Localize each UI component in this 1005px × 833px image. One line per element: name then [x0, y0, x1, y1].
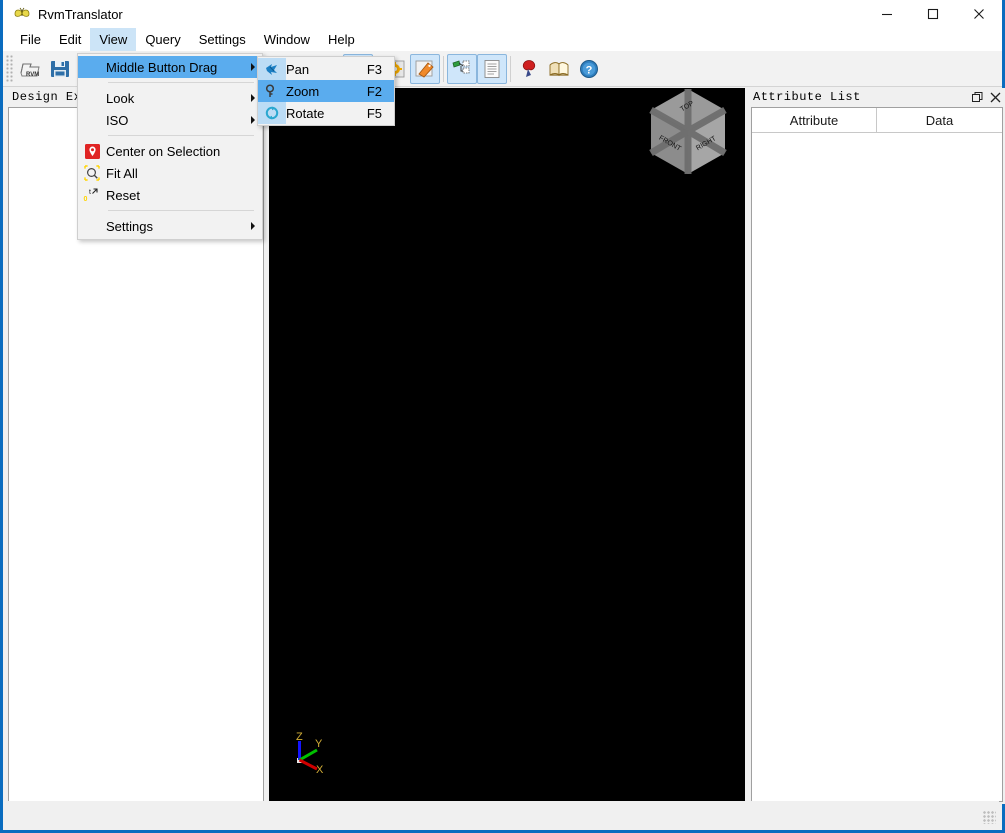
map-pin-icon — [78, 140, 106, 162]
menu-item-reset[interactable]: 0 t Reset — [78, 184, 262, 206]
menu-item-icon-placeholder — [78, 109, 106, 131]
menu-item-label: Fit All — [106, 165, 138, 181]
attribute-list-panel: Attribute List Attribute Data — [749, 88, 1005, 804]
menu-separator — [108, 135, 254, 136]
list-panel-icon — [481, 58, 503, 80]
view-dropdown-menu: Middle Button Drag Look ISO Center on Se… — [77, 53, 263, 240]
submenu-item-label: Zoom — [286, 83, 320, 99]
toolbar-separator — [510, 55, 511, 82]
svg-text:?: ? — [586, 64, 593, 76]
maximize-button[interactable] — [910, 0, 956, 28]
tree-explorer-icon — [451, 58, 473, 80]
orange-tag-icon — [414, 58, 436, 80]
column-header-attribute[interactable]: Attribute — [752, 108, 877, 132]
attribute-list-body[interactable]: Attribute Data — [751, 107, 1003, 802]
menu-settings[interactable]: Settings — [190, 28, 255, 51]
middle-button-drag-submenu: Pan F3 Zoom F2 Rotate F5 — [257, 56, 395, 126]
menu-item-label: Look — [106, 90, 135, 106]
menu-item-center-on-selection[interactable]: Center on Selection — [78, 140, 262, 162]
menu-item-fit-all[interactable]: Fit All — [78, 162, 262, 184]
open-rvm-button[interactable]: RVM — [15, 54, 45, 84]
submenu-item-label: Rotate — [286, 105, 325, 121]
design-explorer-button[interactable] — [447, 53, 477, 84]
rotate-arrows-icon — [258, 102, 286, 124]
butterfly-icon — [13, 5, 31, 23]
resize-grip[interactable] — [983, 811, 996, 824]
attribute-list-button[interactable] — [477, 53, 507, 84]
window-title: RvmTranslator — [38, 6, 123, 22]
red-seal-icon — [518, 58, 540, 80]
toolbar-grip[interactable] — [6, 54, 14, 83]
help-button[interactable]: ? — [574, 54, 604, 84]
submenu-item-accel: F5 — [366, 105, 382, 121]
save-button[interactable] — [45, 54, 75, 84]
menu-window[interactable]: Window — [255, 28, 319, 51]
menu-item-label: Middle Button Drag — [106, 59, 218, 75]
open-book-icon — [548, 58, 570, 80]
svg-text:RVM: RVM — [26, 72, 39, 78]
menu-item-icon-placeholder — [78, 56, 106, 78]
chevron-right-icon — [244, 221, 262, 231]
menu-help[interactable]: Help — [319, 28, 364, 51]
menu-item-middle-button-drag[interactable]: Middle Button Drag — [78, 56, 262, 78]
menu-item-label: Center on Selection — [106, 143, 221, 159]
panel-caption-buttons — [972, 88, 1001, 106]
status-bar — [6, 801, 999, 827]
reset-view-icon: 0 t — [78, 184, 106, 206]
attribute-list-header: Attribute Data — [752, 108, 1002, 133]
menu-item-settings[interactable]: Settings — [78, 215, 262, 237]
close-button[interactable] — [956, 0, 1002, 28]
submenu-item-accel: F3 — [366, 61, 382, 77]
restore-panel-icon[interactable] — [972, 91, 983, 103]
menu-item-icon-placeholder — [78, 87, 106, 109]
menu-separator — [108, 210, 254, 211]
axis-label-z: Z — [296, 731, 303, 743]
svg-text:t: t — [89, 189, 91, 196]
pan-hand-icon — [258, 58, 286, 80]
open-rvm-folder-icon: RVM — [18, 57, 42, 81]
menu-view[interactable]: View — [90, 28, 137, 51]
column-header-data[interactable]: Data — [877, 108, 1002, 132]
axis-triad: Z Y X — [284, 731, 344, 786]
view-cube[interactable]: TOP FRONT RIGHT — [645, 88, 731, 188]
application-window: RvmTranslator File Edit View Query Setti… — [0, 0, 1005, 833]
attribute-list-caption: Attribute List — [749, 88, 1005, 106]
submenu-item-rotate[interactable]: Rotate F5 — [258, 102, 394, 124]
minimize-button[interactable] — [864, 0, 910, 28]
axis-label-x: X — [316, 764, 324, 776]
manual-button[interactable] — [544, 54, 574, 84]
zoom-magnifier-icon — [258, 80, 286, 102]
submenu-item-zoom[interactable]: Zoom F2 — [258, 80, 394, 102]
axis-label-y: Y — [315, 738, 323, 750]
submenu-item-accel: F2 — [366, 83, 382, 99]
seal-button[interactable] — [514, 54, 544, 84]
menu-item-label: Reset — [106, 187, 140, 203]
fit-all-magnifier-icon — [78, 162, 106, 184]
help-question-icon: ? — [578, 58, 600, 80]
menu-item-icon-placeholder — [78, 215, 106, 237]
menu-item-label: ISO — [106, 112, 129, 128]
svg-text:0: 0 — [84, 196, 88, 203]
menu-edit[interactable]: Edit — [50, 28, 90, 51]
menu-bar: File Edit View Query Settings Window Hel… — [3, 28, 1002, 51]
menu-item-look[interactable]: Look — [78, 87, 262, 109]
close-panel-icon[interactable] — [990, 92, 1001, 103]
menu-file[interactable]: File — [11, 28, 50, 51]
menu-item-label: Settings — [106, 218, 153, 234]
attribute-list-caption-text: Attribute List — [753, 90, 861, 104]
submenu-item-pan[interactable]: Pan F3 — [258, 58, 394, 80]
menu-query[interactable]: Query — [136, 28, 189, 51]
3d-viewport[interactable]: TOP FRONT RIGHT Z Y X — [269, 88, 745, 804]
menu-separator — [108, 82, 254, 83]
title-bar: RvmTranslator — [3, 0, 1002, 29]
title-bar-left: RvmTranslator — [13, 0, 123, 28]
menu-item-iso[interactable]: ISO — [78, 109, 262, 131]
toolbar-separator — [443, 55, 444, 82]
floppy-save-icon — [49, 58, 71, 80]
tag-button[interactable] — [410, 53, 440, 84]
submenu-item-label: Pan — [286, 61, 310, 77]
